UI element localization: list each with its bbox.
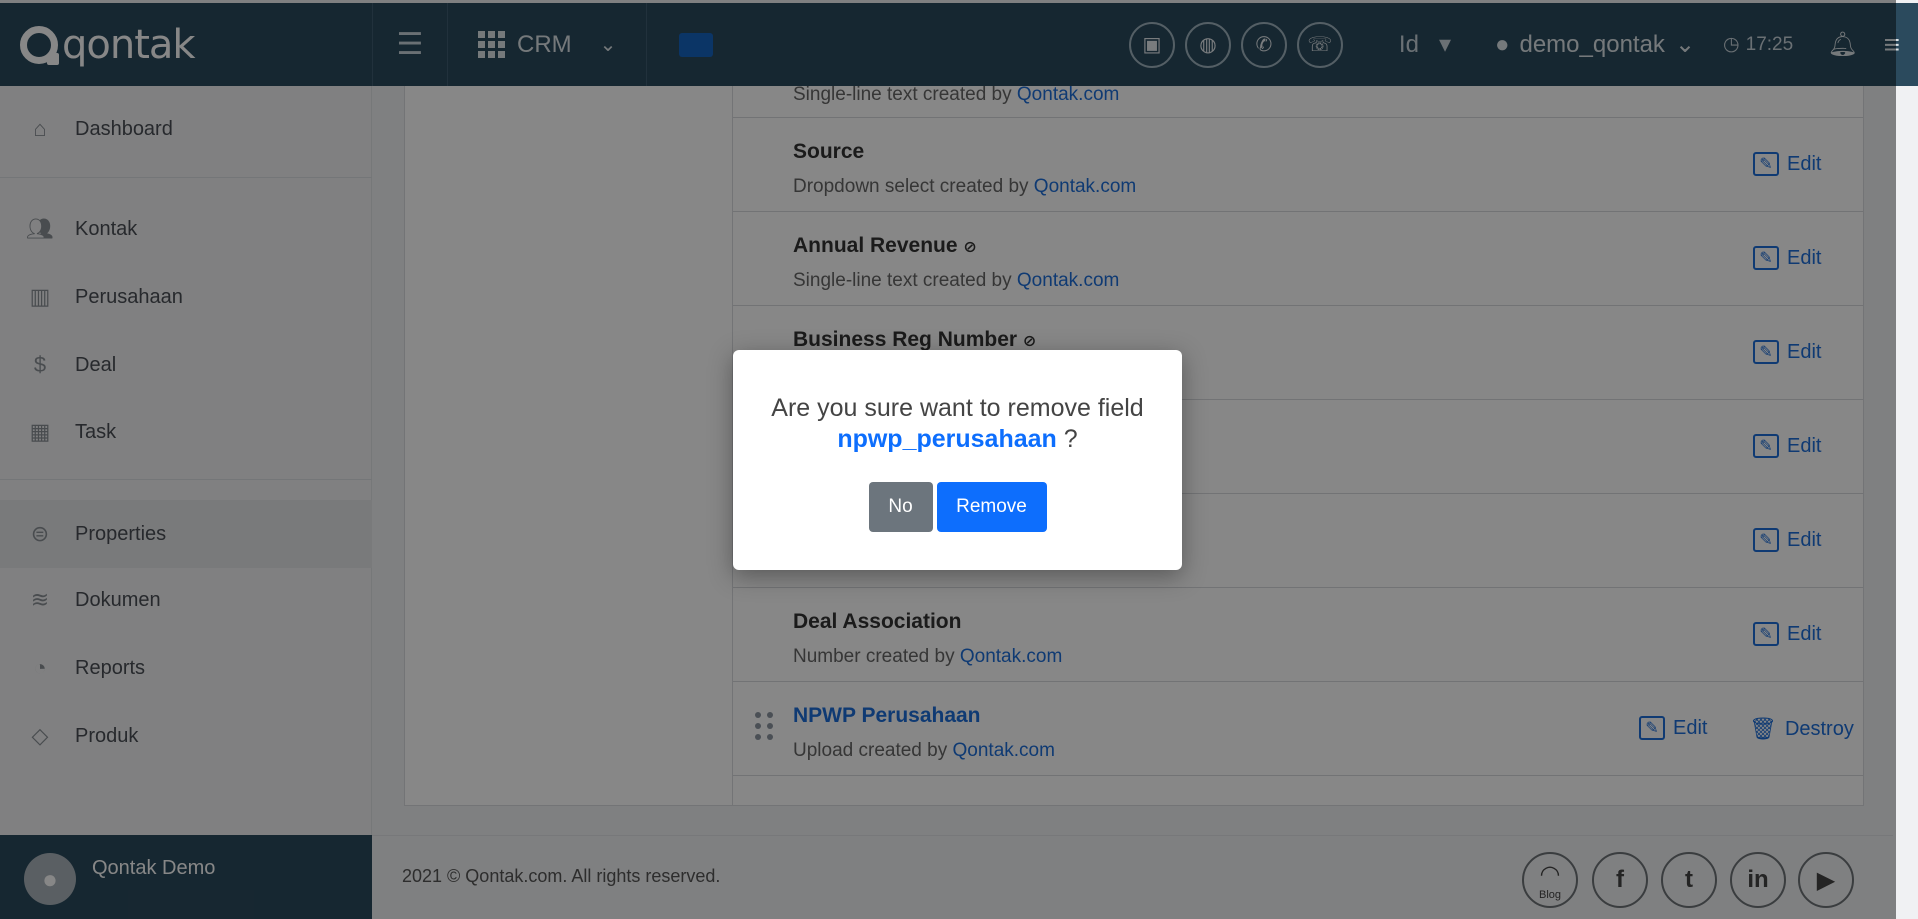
confirm-remove-dialog: Are you sure want to remove field npwp_p…	[733, 350, 1182, 570]
dialog-field-key: npwp_perusahaan	[837, 425, 1057, 453]
no-button[interactable]: No	[868, 482, 933, 532]
dialog-actions: No Remove	[733, 482, 1182, 532]
dialog-question: Are you sure want to remove field	[771, 394, 1144, 422]
remove-button[interactable]: Remove	[936, 482, 1047, 532]
dialog-suffix: ?	[1056, 425, 1078, 453]
dialog-field-line: npwp_perusahaan ?	[733, 425, 1182, 454]
